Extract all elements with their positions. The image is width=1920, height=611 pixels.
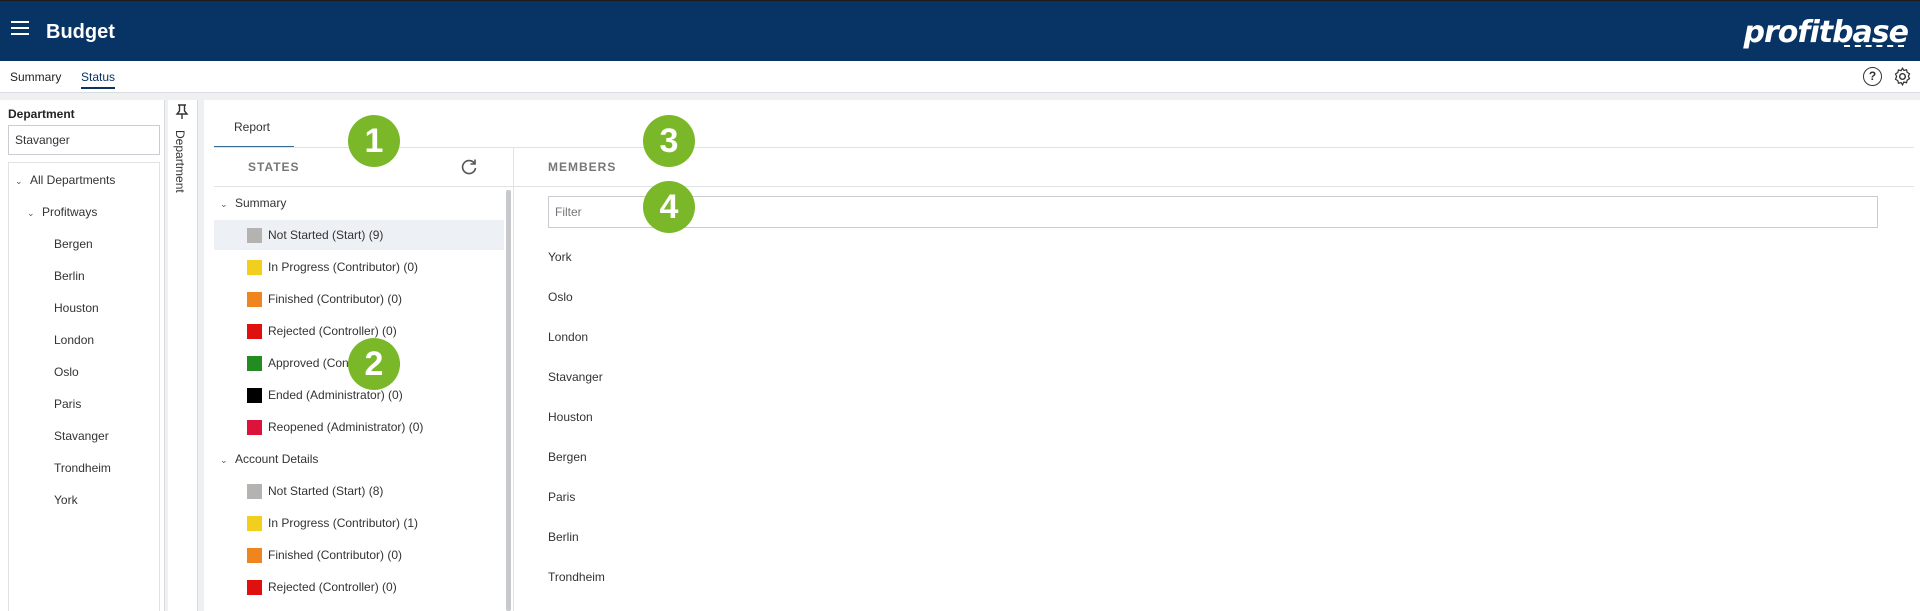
state-row[interactable]: Reopened (Administrator) (0)	[214, 412, 504, 442]
state-row[interactable]: Not Started (Start) (9)	[214, 220, 504, 250]
state-color-swatch	[247, 292, 262, 307]
tree-item-all-departments[interactable]: ⌄ All Departments	[15, 173, 115, 187]
app-header: Budget profitbase	[0, 0, 1920, 61]
department-vertical-label[interactable]: Department	[173, 130, 187, 193]
state-row[interactable]: In Progress (Contributor) (0)	[214, 252, 504, 282]
main-content: Report STATES ⌄ Summary Not Started (Star…	[204, 100, 1920, 611]
department-side-strip[interactable]: Department	[168, 100, 198, 611]
states-scrollbar[interactable]	[506, 190, 511, 611]
tree-item-bergen[interactable]: Bergen	[54, 237, 93, 251]
members-header: MEMBERS	[548, 160, 617, 174]
state-color-swatch	[247, 260, 262, 275]
department-tree: ⌄ All Departments ⌄ Profitways Bergen Berl…	[8, 162, 160, 611]
tab-bar: Summary Status ?	[0, 61, 1920, 93]
tree-item-york[interactable]: York	[54, 493, 78, 507]
tree-item-berlin[interactable]: Berlin	[54, 269, 85, 283]
tree-item-trondheim[interactable]: Trondheim	[54, 461, 111, 475]
callout-badge-3: 3	[643, 115, 695, 167]
state-group-account-details[interactable]: ⌄ Account Details	[220, 452, 318, 466]
gear-icon[interactable]	[1892, 66, 1913, 87]
tab-status[interactable]: Status	[81, 70, 116, 89]
member-item[interactable]: Trondheim	[548, 570, 605, 584]
callout-badge-2: 2	[348, 338, 400, 390]
department-label: Department	[8, 107, 75, 121]
pin-icon[interactable]	[175, 104, 189, 123]
tree-item-stavanger[interactable]: Stavanger	[54, 429, 109, 443]
tab-summary[interactable]: Summary	[10, 70, 61, 84]
state-row[interactable]: Finished (Contributor) (0)	[214, 540, 504, 570]
member-item[interactable]: Houston	[548, 410, 593, 424]
member-item[interactable]: Paris	[548, 490, 575, 504]
state-color-swatch	[247, 228, 262, 243]
state-row[interactable]: Rejected (Controller) (0)	[214, 572, 504, 602]
tree-item-profitways[interactable]: ⌄ Profitways	[27, 205, 97, 219]
refresh-icon[interactable]	[459, 157, 479, 177]
state-color-swatch	[247, 484, 262, 499]
member-item[interactable]: Bergen	[548, 450, 587, 464]
member-item[interactable]: London	[548, 330, 588, 344]
state-color-swatch	[247, 580, 262, 595]
state-color-swatch	[247, 324, 262, 339]
member-item[interactable]: York	[548, 250, 572, 264]
states-header: STATES	[248, 160, 300, 174]
state-color-swatch	[247, 516, 262, 531]
hamburger-menu-icon[interactable]	[10, 21, 30, 37]
state-row[interactable]: In Progress (Contributor) (1)	[214, 508, 504, 538]
state-color-swatch	[247, 388, 262, 403]
tree-item-paris[interactable]: Paris	[54, 397, 81, 411]
members-panel: MEMBERS York Oslo London Stavanger Houst…	[514, 148, 1914, 611]
tree-item-london[interactable]: London	[54, 333, 94, 347]
member-item[interactable]: Berlin	[548, 530, 579, 544]
department-panel: Department ⌄All Departments ⌄Profitways …	[0, 100, 165, 611]
chevron-down-icon[interactable]: ⌄	[220, 199, 230, 210]
callout-badge-4: 4	[643, 181, 695, 233]
chevron-down-icon[interactable]: ⌄	[27, 208, 37, 219]
state-group-summary[interactable]: ⌄ Summary	[220, 196, 286, 210]
chevron-down-icon[interactable]: ⌄	[220, 455, 230, 466]
state-color-swatch	[247, 548, 262, 563]
member-item[interactable]: Stavanger	[548, 370, 603, 384]
member-item[interactable]: Oslo	[548, 290, 573, 304]
state-color-swatch	[247, 420, 262, 435]
department-input[interactable]	[8, 125, 160, 155]
chevron-down-icon[interactable]: ⌄	[15, 176, 25, 187]
callout-badge-1: 1	[348, 115, 400, 167]
state-color-swatch	[247, 356, 262, 371]
divider	[214, 186, 514, 187]
states-list: ⌄ Summary Not Started (Start) (9) In Prog…	[214, 188, 504, 611]
divider	[514, 186, 1914, 187]
members-filter-input[interactable]	[548, 196, 1878, 228]
logo-underline	[1844, 45, 1904, 49]
tree-item-oslo[interactable]: Oslo	[54, 365, 79, 379]
question-circle-icon[interactable]: ?	[1863, 67, 1882, 86]
state-row[interactable]: Finished (Contributor) (0)	[214, 284, 504, 314]
tree-item-houston[interactable]: Houston	[54, 301, 99, 315]
tab-report[interactable]: Report	[214, 100, 294, 148]
app-title: Budget	[46, 21, 115, 43]
state-row[interactable]: Not Started (Start) (8)	[214, 476, 504, 506]
